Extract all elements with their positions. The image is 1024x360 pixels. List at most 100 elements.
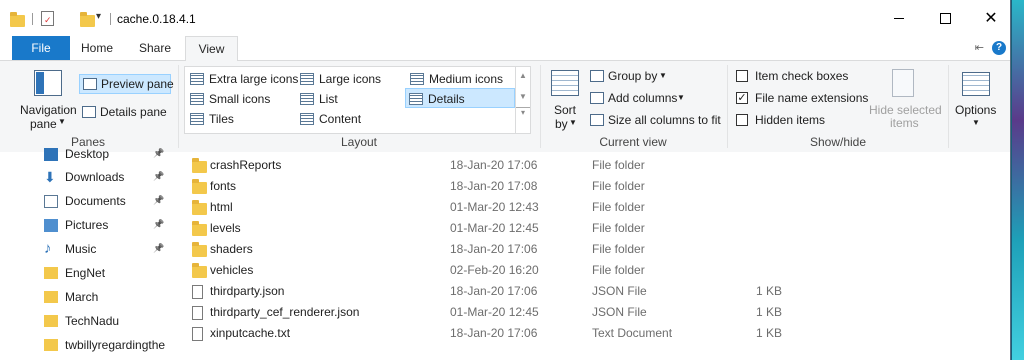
tab-file[interactable]: File: [12, 36, 70, 60]
sidebar-item-technadu[interactable]: TechNadu: [65, 310, 119, 332]
download-icon: ⬇: [44, 169, 56, 185]
pin-icon: 📌: [153, 219, 165, 229]
large-icons-icon: [300, 73, 314, 85]
file-name-extensions-checkbox[interactable]: ✓: [736, 92, 748, 104]
preview-pane-label: Preview pane: [101, 77, 174, 91]
divider: [540, 65, 541, 148]
details-pane-button[interactable]: Details pane: [79, 103, 171, 123]
options-group: Options ▼: [950, 61, 1010, 152]
minimize-button[interactable]: [876, 0, 922, 36]
desktop-icon: [44, 148, 58, 161]
scroll-down-icon[interactable]: ▼: [516, 92, 530, 101]
layout-gallery-scroll[interactable]: ▲ ▼ ▾: [515, 67, 530, 133]
tiles-icon: [190, 113, 204, 125]
file-type: JSON File: [592, 284, 647, 298]
tab-view[interactable]: View: [185, 36, 238, 61]
layout-details[interactable]: Details: [405, 88, 515, 108]
customize-quick-access-icon[interactable]: ▾: [96, 11, 101, 27]
layout-item-label: Content: [319, 112, 362, 126]
file-list: crashReports 18-Jan-20 17:06 File folder fo…: [178, 152, 1010, 360]
sidebar-item-pictures[interactable]: Pictures: [65, 214, 108, 236]
layout-medium-icons[interactable]: Medium icons: [407, 69, 515, 89]
hidden-items-checkbox[interactable]: [736, 114, 748, 126]
sort-by-button[interactable]: Sort: [554, 103, 576, 117]
layout-large-icons[interactable]: Large icons: [297, 69, 402, 89]
file-date-modified: 18-Jan-20 17:06: [450, 326, 538, 340]
layout-list[interactable]: List: [297, 89, 402, 109]
sidebar-item-desktop[interactable]: Desktop: [65, 143, 109, 165]
maximize-button[interactable]: [922, 0, 968, 36]
new-folder-icon[interactable]: [80, 12, 96, 27]
file-name: thirdparty_cef_renderer.json: [210, 305, 360, 319]
wallpaper-streak: [1012, 0, 1024, 360]
table-row[interactable]: thirdparty.json 18-Jan-20 17:06 JSON File 1…: [190, 281, 990, 302]
sort-by-icon[interactable]: [551, 70, 579, 96]
folder-icon: [192, 158, 207, 173]
properties-icon[interactable]: ✓: [41, 11, 54, 26]
layout-small-icons[interactable]: Small icons: [187, 89, 295, 109]
chevron-down-icon: ▼: [677, 93, 685, 102]
add-columns-button[interactable]: Add columns: [608, 91, 677, 105]
pin-ribbon-icon[interactable]: ⇤: [975, 41, 984, 54]
ribbon: Navigation pane ▼ Preview pane Details p…: [0, 61, 1010, 153]
extra-large-icons-icon: [190, 73, 204, 85]
help-icon[interactable]: ?: [992, 41, 1006, 55]
details-pane-label: Details pane: [100, 105, 167, 119]
close-button[interactable]: ✕: [968, 0, 1010, 36]
tab-share[interactable]: Share: [130, 36, 180, 60]
list-icon: [300, 93, 314, 105]
hide-selected-items-button[interactable]: Hide selected: [869, 103, 942, 117]
folder-icon: [10, 12, 25, 27]
hide-selected-items-label2: items: [890, 116, 919, 130]
layout-content[interactable]: Content: [297, 109, 402, 129]
size-all-columns-button[interactable]: Size all columns to fit: [608, 113, 721, 127]
pin-icon: 📌: [153, 243, 165, 253]
file-date-modified: 01-Mar-20 12:43: [450, 200, 539, 214]
preview-pane-button[interactable]: Preview pane: [79, 74, 174, 94]
folder-icon: [44, 291, 58, 303]
show-hide-group-label: Show/hide: [809, 135, 867, 149]
table-row[interactable]: html 01-Mar-20 12:43 File folder: [190, 197, 990, 218]
sidebar-item-twbillyregardingthe[interactable]: twbillyregardingthe: [65, 334, 165, 356]
documents-icon: [44, 195, 58, 208]
close-icon: ✕: [984, 10, 998, 27]
separator: [110, 13, 111, 25]
file-explorer-window: ✓ ▾ cache.0.18.4.1 ✕ File Home Share Vie…: [0, 0, 1010, 360]
navigation-pane-button[interactable]: Navigation: [20, 103, 77, 117]
sidebar-item-documents[interactable]: Documents: [65, 190, 126, 212]
sidebar-item-downloads[interactable]: Downloads: [65, 166, 124, 188]
group-by-button[interactable]: Group by: [608, 69, 657, 83]
sidebar-item-music[interactable]: Music: [65, 238, 96, 260]
table-row[interactable]: vehicles 02-Feb-20 16:20 File folder: [190, 260, 990, 281]
item-check-boxes-checkbox[interactable]: [736, 70, 748, 82]
file-date-modified: 02-Feb-20 16:20: [450, 263, 539, 277]
file-size: 1 KB: [756, 305, 783, 319]
hide-selected-items-icon: [892, 69, 914, 97]
file-name: fonts: [210, 179, 237, 193]
options-button[interactable]: Options: [955, 103, 996, 117]
layout-tiles[interactable]: Tiles: [187, 109, 295, 129]
size-columns-icon: [590, 114, 604, 126]
table-row[interactable]: fonts 18-Jan-20 17:08 File folder: [190, 176, 990, 197]
table-row[interactable]: thirdparty_cef_renderer.json 01-Mar-20 12…: [190, 302, 990, 323]
file-type: File folder: [592, 179, 645, 193]
tab-home[interactable]: Home: [72, 36, 122, 60]
expand-gallery-icon[interactable]: ▾: [516, 107, 530, 117]
chevron-down-icon: ▼: [569, 118, 577, 127]
folder-icon: [192, 242, 207, 257]
options-icon[interactable]: [962, 72, 990, 96]
scroll-up-icon[interactable]: ▲: [516, 71, 530, 80]
layout-extra-large-icons[interactable]: Extra large icons: [187, 69, 299, 89]
table-row[interactable]: levels 01-Mar-20 12:45 File folder: [190, 218, 990, 239]
table-row[interactable]: shaders 18-Jan-20 17:06 File folder: [190, 239, 990, 260]
sidebar-item-march[interactable]: March: [65, 286, 98, 308]
file-type: File folder: [592, 221, 645, 235]
file-name: xinputcache.txt: [210, 326, 291, 340]
table-row[interactable]: crashReports 18-Jan-20 17:06 File folder: [190, 155, 990, 176]
sidebar-item-engnet[interactable]: EngNet: [65, 262, 105, 284]
navigation-pane-icon[interactable]: [34, 70, 62, 96]
panes-group: Navigation pane ▼ Preview pane Details p…: [0, 61, 176, 152]
pin-icon: 📌: [153, 195, 165, 205]
table-row[interactable]: xinputcache.txt 18-Jan-20 17:06 Text Docum…: [190, 323, 990, 344]
chevron-down-icon: ▼: [659, 71, 667, 80]
